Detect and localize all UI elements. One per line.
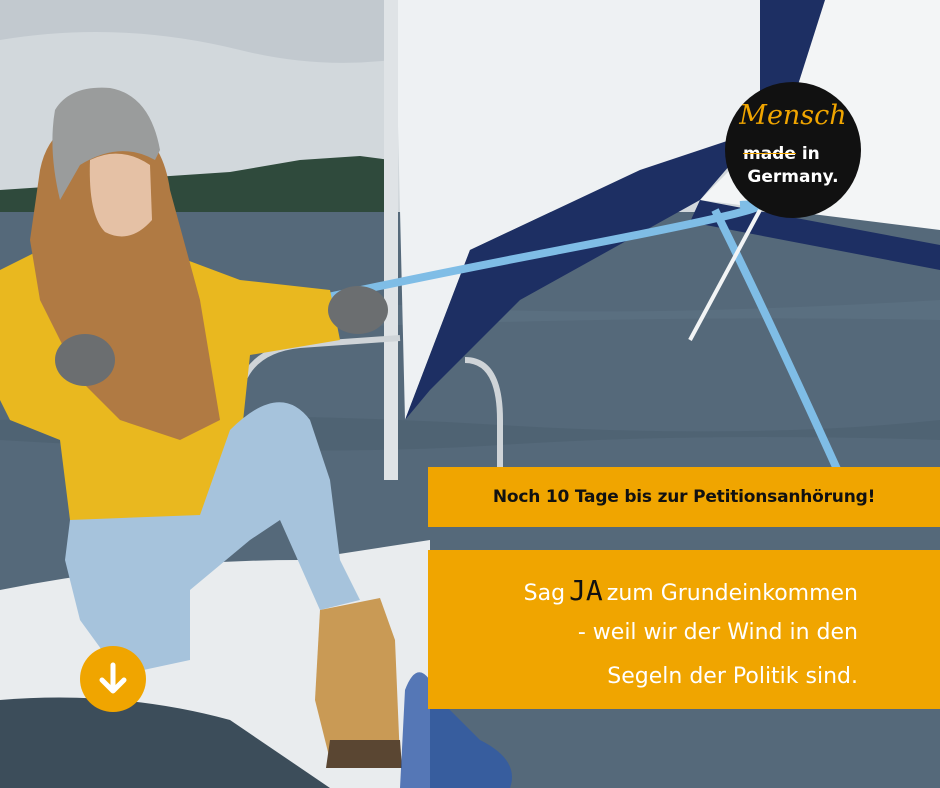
logo-word-made-struck: made (743, 144, 796, 164)
message-banner: Sag JA zum Grundeinkommen - weil wir der W… (428, 550, 940, 709)
message-suffix: zum Grundeinkommen (606, 581, 858, 606)
logo-word-germany: Germany. (747, 167, 839, 187)
scroll-down-button[interactable] (80, 646, 146, 712)
message-highlight-ja: JA (569, 574, 603, 607)
countdown-banner: Noch 10 Tage bis zur Petitionsanhörung! (428, 467, 940, 527)
countdown-text: Noch 10 Tage bis zur Petitionsanhörung! (492, 487, 876, 507)
message-line-2: - weil wir der Wind in den (577, 620, 858, 645)
logo-word-mensch: Mensch (739, 100, 847, 131)
post-image: Mensch made in Germany. Noch 10 Tage bis… (0, 0, 940, 788)
mensch-made-in-germany-logo: Mensch made in Germany. (725, 82, 861, 218)
logo-line-made-in: made in (743, 144, 820, 164)
message-line-3: Segeln der Politik sind. (607, 664, 858, 689)
arrow-down-icon (99, 662, 127, 694)
message-prefix: Sag (523, 581, 566, 606)
message-line-1: Sag JA zum Grundeinkommen (524, 574, 858, 607)
logo-word-in: in (801, 144, 820, 164)
